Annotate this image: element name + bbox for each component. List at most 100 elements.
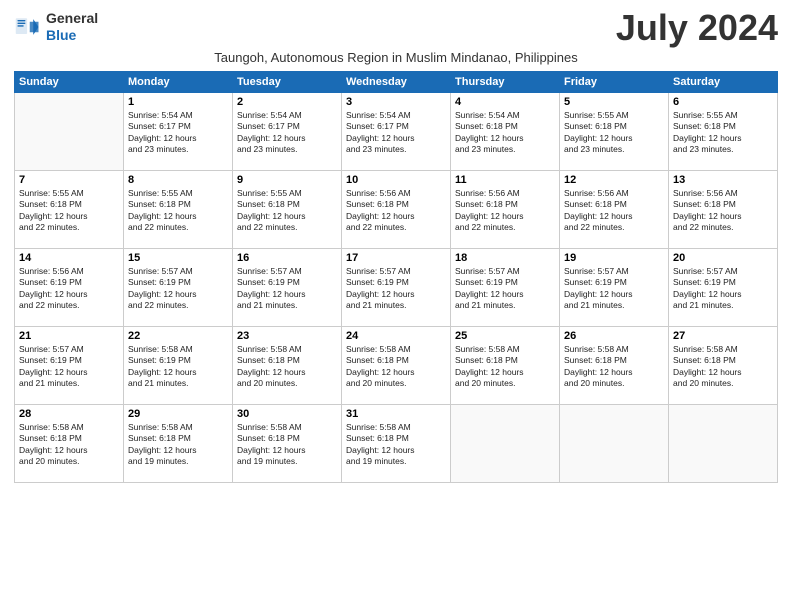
calendar-cell: 6 Sunrise: 5:55 AMSunset: 6:18 PMDaylight…	[669, 93, 778, 171]
generalblue-logo-icon	[14, 13, 42, 41]
calendar-cell: 29Sunrise: 5:58 AMSunset: 6:18 PMDayligh…	[124, 405, 233, 483]
col-saturday: Saturday	[669, 72, 778, 93]
day-number: 21	[19, 330, 119, 342]
day-info: Sunrise: 5:58 AMSunset: 6:18 PMDaylight:…	[128, 422, 228, 468]
calendar-cell: 31 Sunrise: 5:58 AMSunset: 6:18 PMDayligh…	[342, 405, 451, 483]
day-number: 31	[346, 408, 446, 420]
calendar-cell: 9 Sunrise: 5:55 AMSunset: 6:18 PMDaylight…	[233, 171, 342, 249]
day-number: 8	[128, 174, 228, 186]
day-info: Sunrise: 5:58 AMSunset: 6:18 PMDaylight:…	[455, 344, 555, 390]
location-text: Taungoh, Autonomous Region in Muslim Min…	[14, 50, 778, 65]
header: General Blue July 2024	[14, 10, 778, 46]
day-info: Sunrise: 5:58 AMSunset: 6:18 PMDaylight:…	[346, 344, 446, 390]
title-section: July 2024	[616, 10, 778, 46]
day-info: Sunrise: 5:57 AMSunset: 6:19 PMDaylight:…	[237, 266, 337, 312]
calendar-cell: 8 Sunrise: 5:55 AMSunset: 6:18 PMDaylight…	[124, 171, 233, 249]
day-number: 18	[455, 252, 555, 264]
calendar-cell: 11 Sunrise: 5:56 AMSunset: 6:18 PMDayligh…	[451, 171, 560, 249]
day-info: Sunrise: 5:55 AMSunset: 6:18 PMDaylight:…	[237, 188, 337, 234]
calendar-week-4: 21Sunrise: 5:57 AMSunset: 6:19 PMDayligh…	[15, 327, 778, 405]
day-number: 10	[346, 174, 446, 186]
calendar-cell: 21Sunrise: 5:57 AMSunset: 6:19 PMDayligh…	[15, 327, 124, 405]
day-info: Sunrise: 5:55 AMSunset: 6:18 PMDaylight:…	[673, 110, 773, 156]
calendar-body: 1 Sunrise: 5:54 AMSunset: 6:17 PMDaylight…	[15, 93, 778, 483]
day-info: Sunrise: 5:54 AMSunset: 6:17 PMDaylight:…	[128, 110, 228, 156]
col-friday: Friday	[560, 72, 669, 93]
day-info: Sunrise: 5:58 AMSunset: 6:18 PMDaylight:…	[346, 422, 446, 468]
calendar-cell: 5 Sunrise: 5:55 AMSunset: 6:18 PMDaylight…	[560, 93, 669, 171]
day-info: Sunrise: 5:56 AMSunset: 6:18 PMDaylight:…	[455, 188, 555, 234]
calendar-cell: 2Sunrise: 5:54 AMSunset: 6:17 PMDaylight…	[233, 93, 342, 171]
day-number: 28	[19, 408, 119, 420]
day-number: 20	[673, 252, 773, 264]
day-info: Sunrise: 5:57 AMSunset: 6:19 PMDaylight:…	[455, 266, 555, 312]
day-number: 26	[564, 330, 664, 342]
calendar-cell: 28 Sunrise: 5:58 AMSunset: 6:18 PMDayligh…	[15, 405, 124, 483]
day-info: Sunrise: 5:56 AMSunset: 6:18 PMDaylight:…	[564, 188, 664, 234]
calendar-cell	[15, 93, 124, 171]
calendar-cell: 3 Sunrise: 5:54 AMSunset: 6:17 PMDaylight…	[342, 93, 451, 171]
day-number: 4	[455, 96, 555, 108]
logo-line2: Blue	[46, 27, 76, 43]
calendar-cell: 16Sunrise: 5:57 AMSunset: 6:19 PMDayligh…	[233, 249, 342, 327]
page: General Blue July 2024 Taungoh, Autonomo…	[0, 0, 792, 612]
calendar-cell: 12 Sunrise: 5:56 AMSunset: 6:18 PMDayligh…	[560, 171, 669, 249]
day-number: 12	[564, 174, 664, 186]
day-number: 14	[19, 252, 119, 264]
calendar-cell: 24 Sunrise: 5:58 AMSunset: 6:18 PMDayligh…	[342, 327, 451, 405]
calendar-header: Sunday Monday Tuesday Wednesday Thursday…	[15, 72, 778, 93]
day-number: 25	[455, 330, 555, 342]
calendar-cell	[560, 405, 669, 483]
calendar-table: Sunday Monday Tuesday Wednesday Thursday…	[14, 71, 778, 483]
day-number: 11	[455, 174, 555, 186]
day-info: Sunrise: 5:57 AMSunset: 6:19 PMDaylight:…	[673, 266, 773, 312]
day-number: 23	[237, 330, 337, 342]
day-number: 7	[19, 174, 119, 186]
day-info: Sunrise: 5:54 AMSunset: 6:18 PMDaylight:…	[455, 110, 555, 156]
day-info: Sunrise: 5:57 AMSunset: 6:19 PMDaylight:…	[346, 266, 446, 312]
day-number: 22	[128, 330, 228, 342]
day-number: 9	[237, 174, 337, 186]
day-number: 5	[564, 96, 664, 108]
col-thursday: Thursday	[451, 72, 560, 93]
calendar-cell: 7 Sunrise: 5:55 AMSunset: 6:18 PMDaylight…	[15, 171, 124, 249]
day-info: Sunrise: 5:55 AMSunset: 6:18 PMDaylight:…	[19, 188, 119, 234]
day-number: 1	[128, 96, 228, 108]
calendar-cell: 1 Sunrise: 5:54 AMSunset: 6:17 PMDaylight…	[124, 93, 233, 171]
calendar-cell: 18 Sunrise: 5:57 AMSunset: 6:19 PMDayligh…	[451, 249, 560, 327]
calendar-cell: 23Sunrise: 5:58 AMSunset: 6:18 PMDayligh…	[233, 327, 342, 405]
day-info: Sunrise: 5:58 AMSunset: 6:18 PMDaylight:…	[237, 422, 337, 468]
day-number: 3	[346, 96, 446, 108]
calendar-cell	[451, 405, 560, 483]
day-info: Sunrise: 5:55 AMSunset: 6:18 PMDaylight:…	[128, 188, 228, 234]
day-info: Sunrise: 5:58 AMSunset: 6:18 PMDaylight:…	[673, 344, 773, 390]
day-info: Sunrise: 5:57 AMSunset: 6:19 PMDaylight:…	[564, 266, 664, 312]
col-sunday: Sunday	[15, 72, 124, 93]
day-info: Sunrise: 5:55 AMSunset: 6:18 PMDaylight:…	[564, 110, 664, 156]
day-number: 15	[128, 252, 228, 264]
day-info: Sunrise: 5:58 AMSunset: 6:18 PMDaylight:…	[19, 422, 119, 468]
calendar-week-1: 1 Sunrise: 5:54 AMSunset: 6:17 PMDaylight…	[15, 93, 778, 171]
day-number: 27	[673, 330, 773, 342]
day-number: 30	[237, 408, 337, 420]
day-info: Sunrise: 5:54 AMSunset: 6:17 PMDaylight:…	[346, 110, 446, 156]
logo: General Blue	[14, 10, 98, 44]
calendar-cell: 19 Sunrise: 5:57 AMSunset: 6:19 PMDayligh…	[560, 249, 669, 327]
day-number: 13	[673, 174, 773, 186]
day-info: Sunrise: 5:57 AMSunset: 6:19 PMDaylight:…	[128, 266, 228, 312]
calendar-cell: 25 Sunrise: 5:58 AMSunset: 6:18 PMDayligh…	[451, 327, 560, 405]
calendar-week-5: 28 Sunrise: 5:58 AMSunset: 6:18 PMDayligh…	[15, 405, 778, 483]
logo-line1: General	[46, 10, 98, 27]
calendar-cell: 27 Sunrise: 5:58 AMSunset: 6:18 PMDayligh…	[669, 327, 778, 405]
calendar-cell	[669, 405, 778, 483]
day-number: 6	[673, 96, 773, 108]
day-number: 19	[564, 252, 664, 264]
calendar-cell: 30 Sunrise: 5:58 AMSunset: 6:18 PMDayligh…	[233, 405, 342, 483]
day-info: Sunrise: 5:58 AMSunset: 6:18 PMDaylight:…	[564, 344, 664, 390]
calendar-week-2: 7 Sunrise: 5:55 AMSunset: 6:18 PMDaylight…	[15, 171, 778, 249]
calendar-cell: 14Sunrise: 5:56 AMSunset: 6:19 PMDayligh…	[15, 249, 124, 327]
day-number: 24	[346, 330, 446, 342]
calendar-cell: 22Sunrise: 5:58 AMSunset: 6:19 PMDayligh…	[124, 327, 233, 405]
month-year-title: July 2024	[616, 10, 778, 46]
calendar-cell: 26 Sunrise: 5:58 AMSunset: 6:18 PMDayligh…	[560, 327, 669, 405]
